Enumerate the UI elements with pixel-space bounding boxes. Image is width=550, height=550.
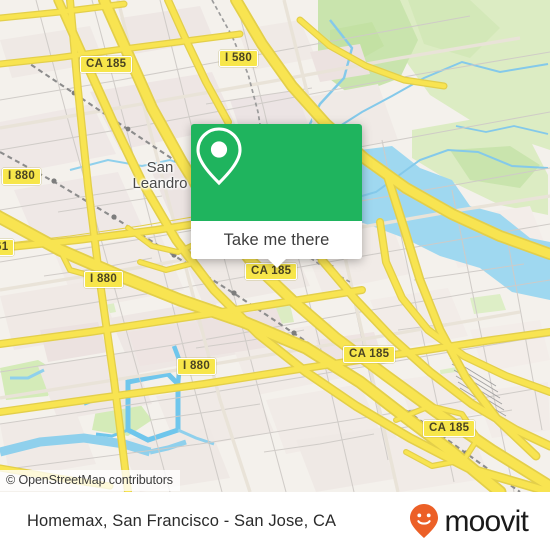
road-shield-ca-185-se[interactable]: CA 185 [423,420,476,437]
popup-image-area [191,124,362,221]
moovit-logo[interactable]: moovit [409,492,529,550]
road-shield-ca-185-north[interactable]: CA 185 [80,56,133,73]
road-shield-ca-61[interactable]: 61 [0,239,15,256]
osm-attribution[interactable]: © OpenStreetMap contributors [0,470,180,491]
bottom-info-bar: Homemax, San Francisco - San Jose, CA mo… [0,492,550,550]
take-me-there-button[interactable]: Take me there [191,221,362,259]
road-shield-i-880-west[interactable]: I 880 [2,168,42,185]
moovit-pin-smiley-icon [410,504,439,538]
city-label-san-leandro: San Leandro [120,160,200,192]
location-popup-card[interactable]: Take me there [191,124,362,268]
city-label-line1: San [146,159,174,176]
popup-pointer [267,259,286,268]
road-shield-i-580[interactable]: I 580 [219,50,259,67]
road-shield-i-880-mid[interactable]: I 880 [84,271,124,288]
moovit-wordmark: moovit [444,505,528,538]
map-canvas[interactable]: San Leandro CA 185 I 580 I 880 61 I 880 … [0,0,550,492]
map-screenshot: San Leandro CA 185 I 580 I 880 61 I 880 … [0,0,550,550]
city-label-line2: Leandro [132,175,188,192]
place-title: Homemax, San Francisco - San Jose, CA [27,511,337,530]
road-shield-i-880-south[interactable]: I 880 [177,358,217,375]
map-pin-icon [196,127,242,186]
road-shield-ca-185-east[interactable]: CA 185 [343,346,396,363]
